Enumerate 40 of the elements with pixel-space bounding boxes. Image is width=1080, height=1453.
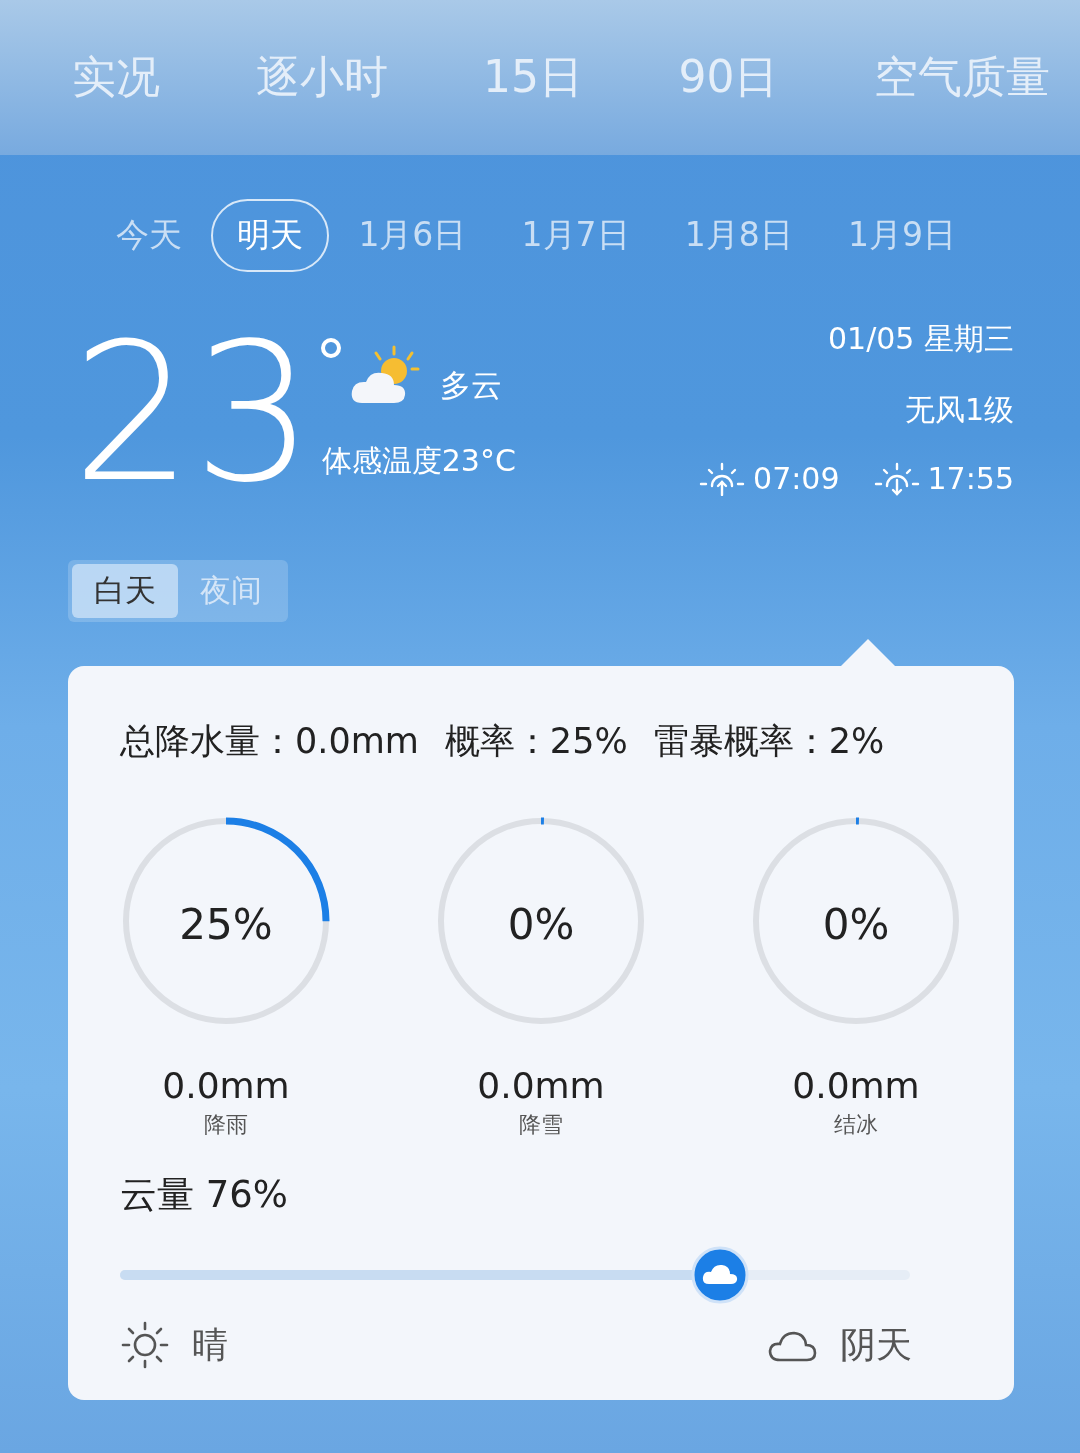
date-text: 01/05 星期三: [828, 320, 1014, 358]
sunrise-time: 07:09: [753, 461, 840, 496]
summary-text: 雷暴概率：2%: [653, 720, 885, 763]
nav-tab[interactable]: 90日: [678, 48, 779, 107]
nav-tab[interactable]: 空气质量: [874, 48, 1050, 107]
date-tab[interactable]: 明天: [211, 198, 330, 272]
sunrise-icon: [699, 461, 746, 496]
date-tab[interactable]: 1月6日: [332, 198, 493, 272]
wind-text: 无风1级: [904, 391, 1014, 429]
temperature: 23: [72, 319, 314, 509]
sunset-icon: [873, 461, 920, 496]
gauge-value: 0%: [821, 900, 891, 949]
amount-text: 0.0mm: [792, 1065, 920, 1106]
nav-tab[interactable]: 15日: [483, 48, 583, 107]
summary-text: 概率：25%: [444, 720, 628, 763]
period-tab[interactable]: 白天: [72, 564, 178, 618]
sun-icon: [120, 1320, 170, 1370]
nav-tab[interactable]: 逐小时: [255, 48, 388, 107]
date-tab[interactable]: 1月7日: [495, 198, 656, 272]
cloud-slider-thumb[interactable]: [690, 1245, 751, 1305]
gauge-label: 降雪: [519, 1111, 563, 1139]
gauge-value: 0%: [506, 900, 576, 949]
period-tab[interactable]: 夜间: [178, 564, 284, 618]
overcast-label: 阴天: [840, 1322, 912, 1367]
degree-icon: [319, 337, 342, 359]
gauge-label: 降雨: [204, 1111, 248, 1139]
gauge-value: 25%: [178, 900, 274, 949]
sunny-label: 晴: [192, 1322, 228, 1367]
feels-like-text: 体感温度23°C: [321, 442, 516, 480]
amount-text: 0.0mm: [162, 1065, 290, 1106]
date-tab[interactable]: 1月8日: [658, 198, 819, 272]
summary-text: 总降水量：0.0mm: [120, 720, 419, 763]
gauge-label: 结冰: [834, 1111, 878, 1139]
condition-text: 多云: [439, 366, 502, 405]
nav-tab[interactable]: 实况: [72, 48, 160, 107]
date-tab[interactable]: 今天: [90, 198, 208, 272]
cloud-cover-title: 云量 76%: [120, 1172, 289, 1218]
amount-text: 0.0mm: [477, 1065, 605, 1106]
sunset-time: 17:55: [927, 461, 1014, 496]
date-tab[interactable]: 1月9日: [821, 198, 982, 272]
